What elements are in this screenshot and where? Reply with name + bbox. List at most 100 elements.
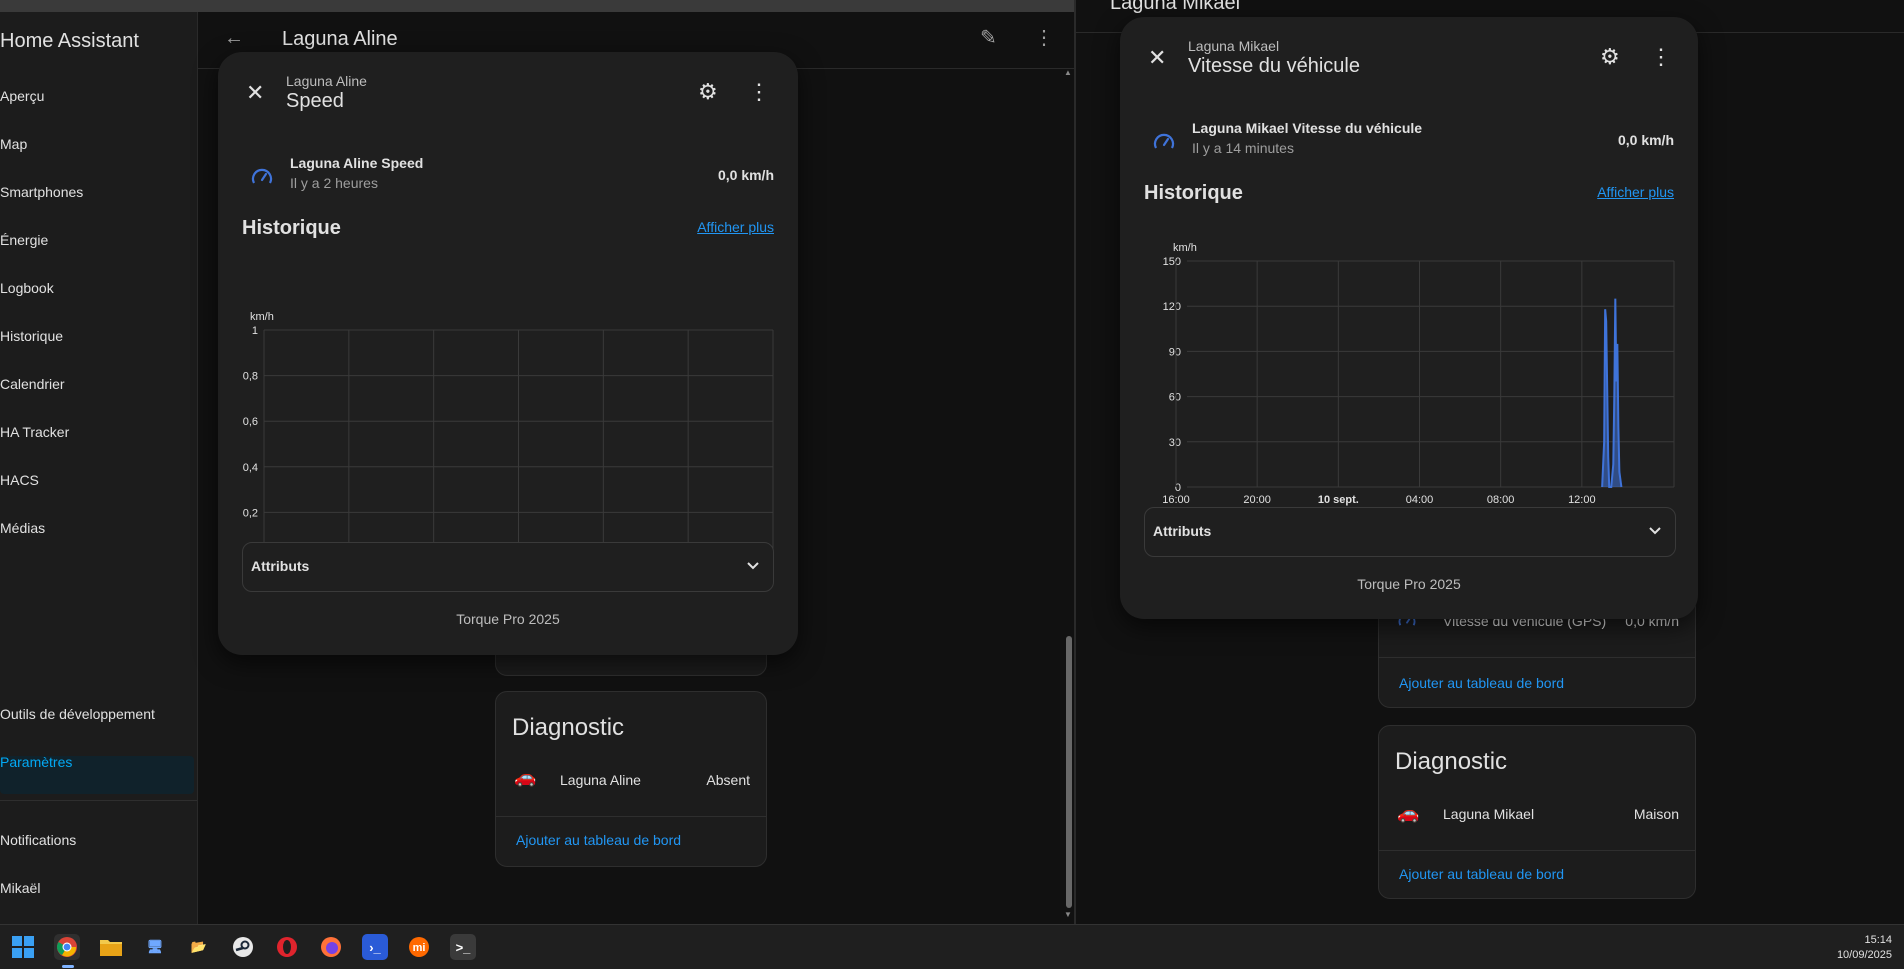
gear-icon[interactable]: ⚙ xyxy=(1600,46,1620,68)
x-tick-label: 20:00 xyxy=(1243,494,1271,506)
scrollbar-thumb[interactable] xyxy=(1066,636,1072,908)
more-vert-icon[interactable]: ⋮ xyxy=(1034,28,1054,48)
speedometer-icon xyxy=(250,166,274,195)
firefox-icon[interactable] xyxy=(318,934,344,960)
add-to-dashboard-link[interactable]: Ajouter au tableau de bord xyxy=(516,832,681,848)
entity-dialog: ✕ Laguna Aline Speed ⚙ ⋮ Laguna Aline Sp… xyxy=(218,52,798,655)
terminal-icon[interactable]: >_ xyxy=(450,934,476,960)
close-icon[interactable]: ✕ xyxy=(246,82,264,104)
remote-desktop-icon[interactable]: 🖥 xyxy=(142,934,168,960)
diagnostic-card: Diagnostic 🚗 Laguna Mikael Maison Ajoute… xyxy=(1378,725,1696,899)
sidebar-item-map[interactable]: Map xyxy=(0,136,27,152)
dialog-subtitle: Laguna Mikael xyxy=(1188,38,1280,54)
diagnostic-state: Absent xyxy=(706,772,750,788)
diagnostic-card: Diagnostic 🚗 Laguna Aline Absent Ajouter… xyxy=(495,691,767,867)
entity-time: Il y a 14 minutes xyxy=(1192,140,1294,156)
y-tick-label: 0,2 xyxy=(243,507,258,519)
y-tick-label: 120 xyxy=(1163,301,1181,313)
show-more-link[interactable]: Afficher plus xyxy=(697,219,774,235)
sidebar-item-settings[interactable]: Paramètres xyxy=(0,754,72,770)
attributes-expander[interactable]: Attributs xyxy=(1144,507,1676,557)
car-icon: 🚗 xyxy=(514,767,537,787)
left-window: Home Assistant Aperçu Map Smartphones Én… xyxy=(0,0,1074,924)
chevron-down-icon xyxy=(1647,522,1663,543)
speedometer-icon xyxy=(1152,131,1176,160)
start-icon[interactable] xyxy=(10,934,36,960)
scroll-down-arrow[interactable]: ▼ xyxy=(1064,910,1072,919)
attributes-label: Attributs xyxy=(251,558,310,574)
history-title: Historique xyxy=(1144,182,1243,204)
sidebar-item-smartphones[interactable]: Smartphones xyxy=(0,184,83,200)
diagnostic-entity[interactable]: Laguna Mikael xyxy=(1443,806,1534,822)
sidebar-item-ha-tracker[interactable]: HA Tracker xyxy=(0,424,69,440)
x-tick-label: 10 sept. xyxy=(1318,494,1359,506)
powershell-icon[interactable]: ›_ xyxy=(362,934,388,960)
sidebar-item-medias[interactable]: Médias xyxy=(0,520,45,536)
card-divider xyxy=(1379,850,1695,851)
history-chart: 00,20,40,60,8116:0020:0010 sept.4:008:00… xyxy=(243,311,774,577)
y-tick-label: 150 xyxy=(1163,256,1181,268)
system-clock[interactable]: 15:14 10/09/2025 xyxy=(1837,933,1892,963)
x-tick-label: 08:00 xyxy=(1487,494,1515,506)
entity-time: Il y a 2 heures xyxy=(290,175,378,191)
attributes-expander[interactable]: Attributs xyxy=(242,542,774,592)
window-title-strip xyxy=(0,0,1074,12)
sidebar-item-energie[interactable]: Énergie xyxy=(0,232,48,248)
more-vert-icon[interactable]: ⋮ xyxy=(748,81,770,103)
sidebar-item-dev-tools[interactable]: Outils de développement xyxy=(0,706,155,722)
gear-icon[interactable]: ⚙ xyxy=(698,81,718,103)
sidebar-item-calendrier[interactable]: Calendrier xyxy=(0,376,65,392)
entity-dialog: ✕ Laguna Mikael Vitesse du véhicule ⚙ ⋮ … xyxy=(1120,17,1698,619)
entity-name[interactable]: Laguna Aline Speed xyxy=(290,155,423,171)
network-tool-icon[interactable]: 📂 xyxy=(186,934,212,960)
back-arrow-icon[interactable]: ← xyxy=(224,28,244,48)
sidebar-item-hacs[interactable]: HACS xyxy=(0,472,39,488)
show-more-link[interactable]: Afficher plus xyxy=(1597,184,1674,200)
scroll-up-arrow[interactable]: ▲ xyxy=(1064,68,1072,77)
y-tick-label: 0,8 xyxy=(243,371,258,383)
y-tick-label: 30 xyxy=(1169,437,1181,449)
y-tick-label: 1 xyxy=(252,325,258,337)
integration-footer: Torque Pro 2025 xyxy=(456,611,560,627)
sidebar-title: Home Assistant xyxy=(0,30,139,52)
entity-name[interactable]: Laguna Mikael Vitesse du véhicule xyxy=(1192,120,1422,136)
entity-value: 0,0 km/h xyxy=(717,167,774,183)
card-divider xyxy=(496,816,766,817)
y-axis-unit: km/h xyxy=(250,311,274,323)
y-tick-label: 90 xyxy=(1169,346,1181,358)
attributes-label: Attributs xyxy=(1153,523,1212,539)
sidebar-separator xyxy=(0,800,197,801)
svg-text:mi: mi xyxy=(413,942,426,954)
xiaomi-icon[interactable]: mi xyxy=(406,934,432,960)
integration-footer: Torque Pro 2025 xyxy=(1357,576,1461,592)
x-tick-label: 16:00 xyxy=(1162,494,1190,506)
diagnostic-entity[interactable]: Laguna Aline xyxy=(560,772,641,788)
more-vert-icon[interactable]: ⋮ xyxy=(1650,46,1672,68)
close-icon[interactable]: ✕ xyxy=(1148,47,1166,69)
clock-time: 15:14 xyxy=(1864,934,1892,946)
sidebar-item-notifications[interactable]: Notifications xyxy=(0,832,76,848)
opera-icon[interactable] xyxy=(274,934,300,960)
taskbar: 🖥 📂 ›_ mi >_ 15:14 10/09/2025 xyxy=(0,924,1904,969)
history-chart: 030609012015016:00 20:00 10 sept. 04:00 08:0… xyxy=(1162,242,1675,506)
y-tick-label: 0,6 xyxy=(243,416,258,428)
dialog-title: Speed xyxy=(286,90,344,112)
history-title: Historique xyxy=(242,217,341,239)
steam-icon[interactable] xyxy=(230,934,256,960)
add-to-dashboard-link[interactable]: Ajouter au tableau de bord xyxy=(1399,866,1564,882)
file-explorer-icon[interactable] xyxy=(98,934,124,960)
edit-pencil-icon[interactable]: ✎ xyxy=(980,28,997,48)
sidebar-item-historique[interactable]: Historique xyxy=(0,328,63,344)
sidebar-item-logbook[interactable]: Logbook xyxy=(0,280,54,296)
sidebar-item-apercu[interactable]: Aperçu xyxy=(0,88,44,104)
card-divider xyxy=(1379,657,1695,658)
right-window: Laguna Mikael Vitesse du véhicule (GPS) … xyxy=(1076,0,1904,924)
diagnostic-state: Maison xyxy=(1633,806,1679,822)
entity-value: 0,0 km/h xyxy=(1617,132,1674,148)
chrome-icon[interactable] xyxy=(54,934,80,960)
x-tick-label: 12:00 xyxy=(1568,494,1596,506)
y-tick-label: 60 xyxy=(1169,392,1181,404)
sidebar-item-user[interactable]: Mikaël xyxy=(0,880,40,896)
add-to-dashboard-link[interactable]: Ajouter au tableau de bord xyxy=(1399,675,1564,691)
chevron-down-icon xyxy=(745,557,761,578)
